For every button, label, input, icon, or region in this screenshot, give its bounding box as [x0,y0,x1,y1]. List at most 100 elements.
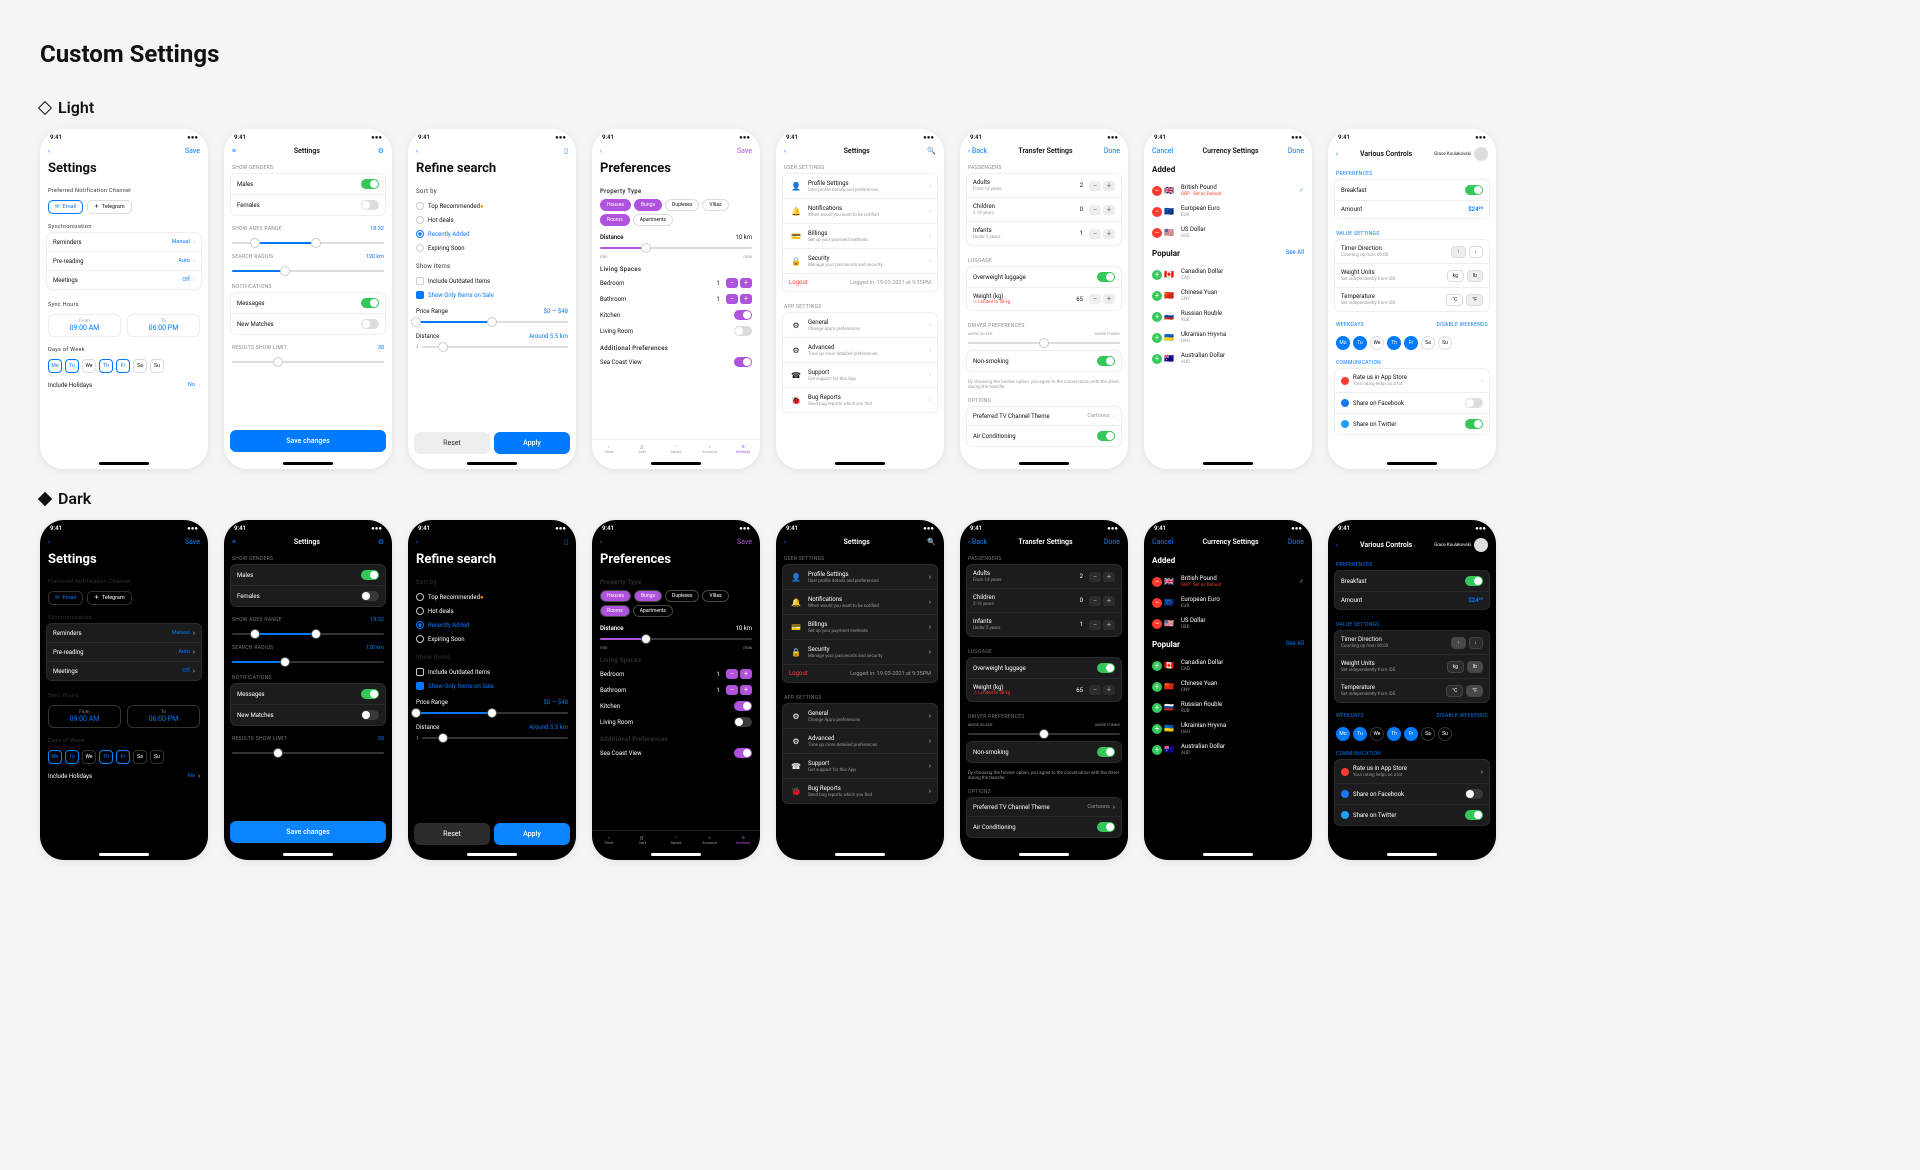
breakfast-toggle[interactable] [1465,185,1483,195]
remove-usd[interactable]: − [1152,228,1162,238]
overweight-toggle[interactable] [1097,272,1115,282]
chk-outdated[interactable]: Include Outdated Items [416,274,568,288]
support-row[interactable]: ☎SupportGet support for this App› [783,754,937,779]
notif-row[interactable]: 🔔NotificationsWhen would you want to be … [783,199,937,224]
bathroom-plus[interactable]: + [740,294,752,304]
security-row[interactable]: 🔒SecurityManage your passwords and secur… [783,640,937,665]
messages-toggle[interactable] [361,689,379,699]
bathroom-minus[interactable]: − [726,294,738,304]
bathroom-plus[interactable]: + [740,685,752,695]
chip-villas[interactable]: Villas [702,199,728,211]
infants-plus[interactable]: + [1103,229,1115,239]
apply-button[interactable]: Apply [494,432,570,454]
kitchen-toggle[interactable] [734,310,752,320]
add-aud[interactable]: + [1152,354,1162,364]
cancel-button[interactable]: Cancel [1152,538,1173,546]
children-plus[interactable]: + [1103,596,1115,606]
temp-c[interactable]: °C [1446,685,1463,697]
advanced-row[interactable]: ⚙AdvancedTune up more detailed preferenc… [783,338,937,363]
coast-toggle[interactable] [734,748,752,758]
add-cny[interactable]: + [1152,682,1162,692]
advanced-row[interactable]: ⚙AdvancedTune up more detailed preferenc… [783,729,937,754]
from-time[interactable]: From09:00 AM [48,314,121,337]
tab-saved[interactable]: ♡Saved [659,835,693,845]
save-button[interactable]: Save [737,147,752,155]
tab-cart[interactable]: 🛒Cart [626,444,660,454]
price-slider[interactable] [416,712,568,714]
adults-plus[interactable]: + [1103,572,1115,582]
add-cad[interactable]: + [1152,270,1162,280]
back-icon[interactable]: ‹ [784,147,786,155]
bookmark-icon[interactable]: ▯ [564,538,568,546]
radio-top[interactable]: Top Recommended ● [416,199,568,213]
males-toggle[interactable] [361,179,379,189]
avatar[interactable] [1474,147,1488,161]
chip-duplexes[interactable]: Duplexes [665,590,699,602]
chk-onsale[interactable]: Show Only Items on Sale [416,679,568,693]
temp-f[interactable]: °F [1466,294,1483,306]
done-button[interactable]: Done [1104,538,1120,546]
chip-villas[interactable]: Villas [702,590,728,602]
chip-apartments[interactable]: Apartments [633,605,673,617]
tw-toggle[interactable] [1465,419,1483,429]
unit-kg[interactable]: kg [1447,661,1464,673]
bookmark-icon[interactable]: ▯ [564,147,568,155]
avatar[interactable] [1474,538,1488,552]
save-changes-button[interactable]: Save changes [230,821,386,843]
reminders-row[interactable]: RemindersManual› [47,624,201,643]
unit-lb[interactable]: lb [1467,270,1483,282]
males-toggle[interactable] [361,570,379,580]
bugs-row[interactable]: 🐞Bug ReportsSend bug reports which you f… [783,779,937,803]
tab-feed[interactable]: ⌂Feed [592,835,626,845]
kitchen-toggle[interactable] [734,701,752,711]
ac-toggle[interactable] [1097,822,1115,832]
email-option[interactable]: ✉ Email [48,200,83,214]
chip-houses[interactable]: Houses [600,199,631,211]
chip-bungs[interactable]: Bungs [634,199,662,211]
matches-toggle[interactable] [361,710,379,720]
back-icon[interactable]: ‹ [48,147,50,155]
remove-eur[interactable]: − [1152,207,1162,217]
adults-minus[interactable]: − [1089,181,1101,191]
logout-button[interactable]: Logout [789,279,850,286]
email-option[interactable]: ✉ Email [48,591,83,605]
living-toggle[interactable] [734,717,752,727]
back-icon[interactable]: ‹ [416,538,418,546]
notif-row[interactable]: 🔔NotificationsWhen would you want to be … [783,590,937,615]
holidays-row[interactable]: Include HolidaysNo› [40,768,208,784]
radio-hot[interactable]: Hot deals [416,213,568,227]
living-toggle[interactable] [734,326,752,336]
remove-eur[interactable]: − [1152,598,1162,608]
chip-bungs[interactable]: Bungs [634,590,662,602]
radio-recent[interactable]: Recently Added [416,227,568,241]
meetings-row[interactable]: MeetingsOff› [47,271,201,289]
prereading-row[interactable]: Pre-readingAuto› [47,643,201,662]
ac-toggle[interactable] [1097,431,1115,441]
children-minus[interactable]: − [1089,596,1101,606]
remove-gbp[interactable]: − [1152,186,1162,196]
radius-slider[interactable] [232,270,384,272]
matches-toggle[interactable] [361,319,379,329]
temp-c[interactable]: °C [1446,294,1463,306]
telegram-option[interactable]: ✈ Telegram [87,591,131,605]
disable-weekends[interactable]: DISABLE WEEKENDS [1437,709,1488,723]
infants-minus[interactable]: − [1089,229,1101,239]
gear-icon[interactable]: ⚙ [378,147,384,155]
billing-row[interactable]: 💳BillingsSet up your payment methods› [783,224,937,249]
nonsmoke-toggle[interactable] [1097,747,1115,757]
age-slider[interactable] [232,633,384,635]
dist-slider[interactable] [600,247,752,249]
holidays-row[interactable]: Include HolidaysNo› [40,377,208,393]
seeall-link[interactable]: See All [1286,249,1304,258]
back-icon[interactable]: ‹ [600,538,602,546]
age-slider[interactable] [232,242,384,244]
children-minus[interactable]: − [1089,205,1101,215]
radio-hot[interactable]: Hot deals [416,604,568,618]
weight-minus[interactable]: − [1089,685,1101,695]
bugs-row[interactable]: 🐞Bug ReportsSend bug reports which you f… [783,388,937,412]
add-rub[interactable]: + [1152,703,1162,713]
tab-settings[interactable]: ⚙Settings [726,835,760,845]
driver-slider[interactable] [968,733,1120,735]
apply-button[interactable]: Apply [494,823,570,845]
profile-row[interactable]: 👤Profile SettingsUser profile details an… [783,174,937,199]
